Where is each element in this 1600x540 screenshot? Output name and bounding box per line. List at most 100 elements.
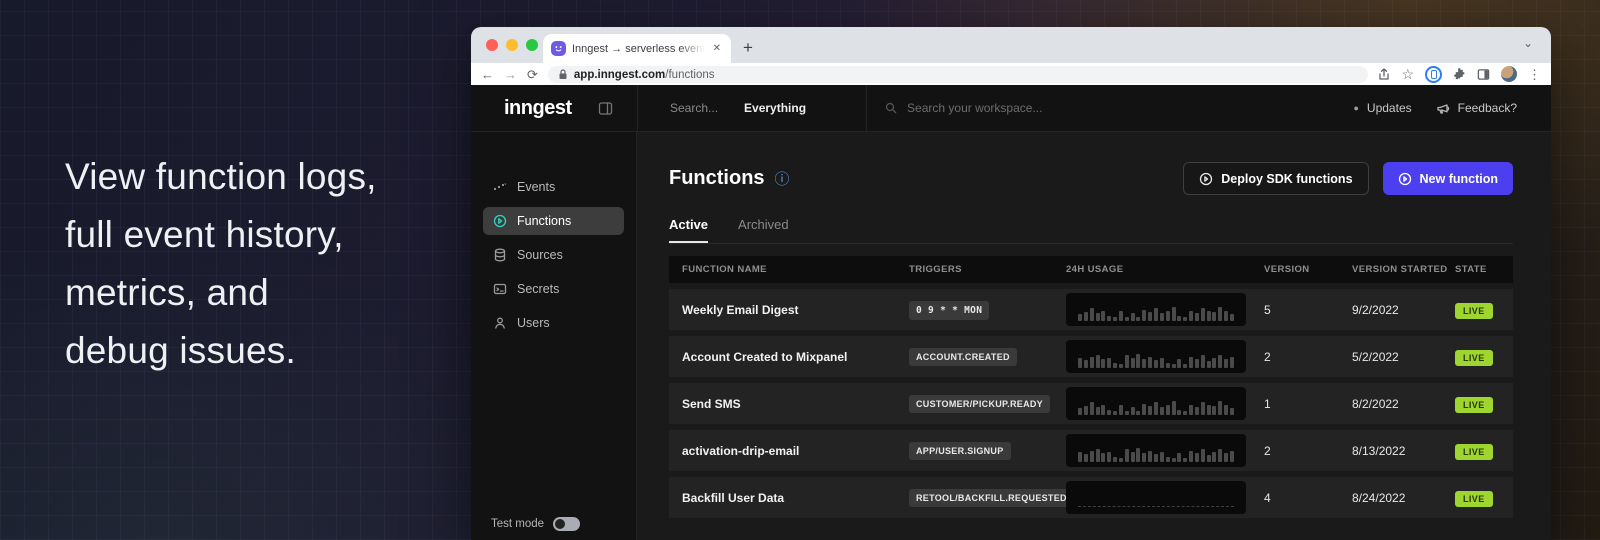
chevron-down-icon[interactable]: ⌄ [1523, 36, 1533, 50]
version-started-value: 8/24/2022 [1352, 491, 1405, 505]
close-window-button[interactable] [486, 39, 498, 51]
sidebar-item-secrets[interactable]: Secrets [483, 275, 624, 303]
sidebar-item-label: Functions [517, 214, 571, 228]
usage-chart [1066, 340, 1246, 373]
test-mode-control: Test mode [471, 517, 636, 540]
workspace-search-input[interactable] [905, 100, 1129, 116]
search-scope[interactable]: Everything [744, 101, 806, 115]
browser-actions: ☆ ⋮ [1378, 66, 1541, 83]
usage-chart [1066, 481, 1246, 514]
test-mode-label: Test mode [491, 518, 544, 530]
address-field[interactable]: app.inngest.com/functions [548, 66, 1369, 83]
function-name[interactable]: Send SMS [682, 397, 741, 411]
circle-play-icon [1199, 172, 1213, 186]
version-started-value: 8/2/2022 [1352, 397, 1399, 411]
inngest-app: inngest Search... Everything ● Updates [471, 85, 1551, 540]
sidebar-item-users[interactable]: Users [483, 309, 624, 337]
version-value: 5 [1264, 303, 1271, 317]
tab-close-icon[interactable]: ✕ [711, 43, 723, 54]
updates-link[interactable]: ● Updates [1353, 101, 1411, 115]
table-row[interactable]: activation-drip-email APP/USER.SIGNUP 2 … [669, 430, 1513, 471]
sidebar-item-label: Secrets [517, 282, 559, 296]
url-domain: app.inngest.com [574, 69, 665, 81]
app-topbar: inngest Search... Everything ● Updates [471, 85, 1551, 132]
version-value: 1 [1264, 397, 1271, 411]
test-mode-toggle[interactable] [553, 517, 580, 531]
functions-page: Functions ⓘ Deploy SDK functions New fun… [637, 132, 1551, 540]
trigger-badge: 0 9 * * MON [909, 301, 989, 320]
functions-table: FUNCTION NAME TRIGGERS 24H USAGE VERSION… [669, 256, 1513, 518]
sidebar: Events Functions Sources Secrets Users [471, 132, 637, 540]
table-row[interactable]: Account Created to Mixpanel ACCOUNT.CREA… [669, 336, 1513, 377]
usage-chart [1066, 293, 1246, 326]
updates-label: Updates [1367, 101, 1412, 115]
function-name[interactable]: Account Created to Mixpanel [682, 350, 847, 364]
back-icon[interactable]: ← [481, 68, 494, 81]
new-tab-button[interactable]: + [743, 38, 753, 63]
hero-line: full event history, [65, 206, 377, 264]
topbar-right: ● Updates Feedback? [1339, 101, 1551, 115]
megaphone-icon [1436, 102, 1450, 115]
state-badge: LIVE [1455, 397, 1493, 413]
browser-tab[interactable]: Inngest → serverless event-dri ✕ [543, 34, 731, 63]
function-name[interactable]: Weekly Email Digest [682, 303, 799, 317]
bookmark-star-icon[interactable]: ☆ [1401, 67, 1414, 81]
new-function-button[interactable]: New function [1383, 162, 1513, 195]
version-value: 4 [1264, 491, 1271, 505]
state-badge: LIVE [1455, 444, 1493, 460]
traffic-lights [486, 39, 538, 51]
extensions-puzzle-icon[interactable] [1453, 68, 1466, 81]
url-path: /functions [665, 69, 714, 81]
minimize-window-button[interactable] [506, 39, 518, 51]
trigger-badge: RETOOL/BACKFILL.REQUESTED [909, 489, 1074, 507]
trigger-badge: CUSTOMER/PICKUP.READY [909, 395, 1050, 413]
version-started-value: 5/2/2022 [1352, 350, 1399, 364]
browser-menu-kebab-icon[interactable]: ⋮ [1528, 68, 1541, 81]
circle-play-icon [1398, 172, 1412, 186]
hero-line: debug issues. [65, 322, 377, 380]
functions-icon [493, 214, 507, 228]
tab-active[interactable]: Active [669, 217, 708, 243]
hero-line: View function logs, [65, 148, 377, 206]
collapse-sidebar-icon[interactable] [598, 101, 613, 116]
feedback-label: Feedback? [1458, 101, 1517, 115]
sidebar-item-functions[interactable]: Functions [483, 207, 624, 235]
tab-title: Inngest → serverless event-dri [572, 43, 705, 55]
sidebar-item-sources[interactable]: Sources [483, 241, 624, 269]
profile-avatar[interactable] [1501, 66, 1517, 82]
state-badge: LIVE [1455, 491, 1493, 507]
version-started-value: 8/13/2022 [1352, 444, 1405, 458]
function-name[interactable]: activation-drip-email [682, 444, 799, 458]
terminal-icon [493, 282, 507, 296]
workspace-search[interactable] [885, 100, 1339, 116]
deploy-sdk-functions-button[interactable]: Deploy SDK functions [1183, 162, 1368, 195]
info-icon[interactable]: ⓘ [775, 168, 790, 189]
trigger-badge: ACCOUNT.CREATED [909, 348, 1017, 366]
table-row[interactable]: Weekly Email Digest 0 9 * * MON 5 9/2/20… [669, 289, 1513, 330]
usage-chart [1066, 434, 1246, 467]
tab-archived[interactable]: Archived [738, 217, 789, 243]
trigger-badge: APP/USER.SIGNUP [909, 442, 1011, 460]
share-icon[interactable] [1378, 68, 1390, 81]
version-started-value: 9/2/2022 [1352, 303, 1399, 317]
side-panel-icon[interactable] [1477, 68, 1490, 81]
table-row[interactable]: Backfill User Data RETOOL/BACKFILL.REQUE… [669, 477, 1513, 518]
onepassword-icon[interactable] [1425, 66, 1442, 83]
reload-icon[interactable]: ⟳ [527, 68, 538, 81]
updates-dot-icon: ● [1353, 103, 1358, 113]
table-header: FUNCTION NAME TRIGGERS 24H USAGE VERSION… [669, 256, 1513, 283]
search-label[interactable]: Search... [670, 101, 718, 115]
lock-icon [558, 69, 568, 80]
state-badge: LIVE [1455, 303, 1493, 319]
forward-icon[interactable]: → [504, 68, 517, 81]
function-name[interactable]: Backfill User Data [682, 491, 784, 505]
feedback-link[interactable]: Feedback? [1436, 101, 1517, 115]
table-row[interactable]: Send SMS CUSTOMER/PICKUP.READY 1 8/2/202… [669, 383, 1513, 424]
table-body: Weekly Email Digest 0 9 * * MON 5 9/2/20… [669, 289, 1513, 518]
hero-text: View function logs, full event history, … [65, 148, 377, 380]
inngest-favicon-icon [551, 41, 566, 56]
url-bar: ← → ⟳ app.inngest.com/functions ☆ ⋮ [471, 63, 1551, 85]
sidebar-item-events[interactable]: Events [483, 173, 624, 201]
zoom-window-button[interactable] [526, 39, 538, 51]
state-badge: LIVE [1455, 350, 1493, 366]
